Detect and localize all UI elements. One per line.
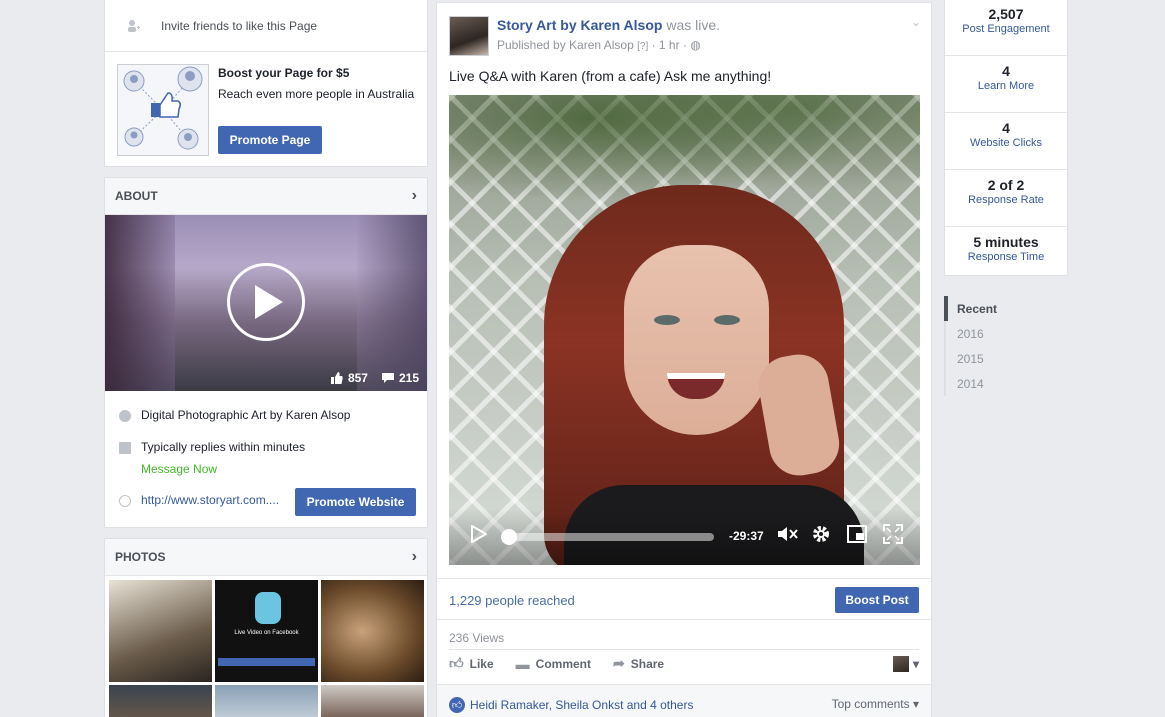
photo-thumb[interactable] bbox=[320, 579, 425, 683]
insight-website-clicks[interactable]: 4 Website Clicks bbox=[945, 113, 1067, 170]
caret-down-icon: ▾ bbox=[912, 656, 919, 671]
about-replies-row: Typically replies within minutes Message… bbox=[119, 440, 305, 476]
timeline-2014[interactable]: 2014 bbox=[944, 371, 1068, 396]
replies-text: Typically replies within minutes bbox=[141, 440, 306, 454]
thumbs-up-icon bbox=[330, 372, 343, 384]
insight-post-engagement[interactable]: 2,507 Post Engagement bbox=[945, 0, 1067, 56]
post-text: Live Q&A with Karen (from a cafe) Ask me… bbox=[449, 68, 772, 84]
comments-count: 215 bbox=[398, 371, 419, 385]
boost-page-card: Boost your Page for $5 Reach even more p… bbox=[104, 51, 428, 167]
share-button[interactable]: ➦ Share bbox=[613, 655, 664, 672]
timeline-2015[interactable]: 2015 bbox=[944, 346, 1068, 371]
chevron-right-icon: › bbox=[411, 548, 417, 565]
picture-in-picture-icon[interactable] bbox=[847, 525, 867, 543]
photos-header[interactable]: PHOTOS › bbox=[105, 539, 427, 576]
video-likes: 857 bbox=[330, 371, 368, 385]
share-icon: ➦ bbox=[613, 655, 625, 671]
photo-thumb[interactable] bbox=[108, 684, 213, 717]
insight-response-rate[interactable]: 2 of 2 Response Rate bbox=[945, 170, 1067, 227]
photo-thumb[interactable] bbox=[214, 684, 319, 717]
globe-icon: ◍ bbox=[690, 38, 701, 52]
photo-thumb[interactable] bbox=[108, 579, 213, 683]
video-stats: 857 215 bbox=[330, 371, 419, 385]
post-actions: 👍︎ Like ▬ Comment ➦ Share ▾ bbox=[449, 649, 919, 677]
about-header[interactable]: ABOUT › bbox=[105, 178, 427, 215]
published-by: Published by Karen Alsop bbox=[497, 38, 634, 52]
post-status: was live. bbox=[666, 17, 721, 33]
chevron-right-icon: › bbox=[411, 187, 417, 204]
comment-button[interactable]: ▬ Comment bbox=[516, 656, 591, 672]
insight-learn-more[interactable]: 4 Learn More bbox=[945, 56, 1067, 113]
play-icon[interactable] bbox=[471, 525, 487, 543]
about-heading: ABOUT bbox=[115, 189, 158, 203]
photos-section: PHOTOS › Live Video on Facebook bbox=[104, 538, 428, 717]
like-button[interactable]: 👍︎ Like bbox=[449, 655, 494, 672]
message-icon bbox=[119, 442, 131, 454]
likers-text: Heidi Ramaker, Sheila Onkst and 4 others bbox=[470, 698, 694, 712]
timeline-nav: Recent 2016 2015 2014 bbox=[944, 296, 1068, 396]
fullscreen-icon[interactable] bbox=[883, 524, 903, 544]
timeline-recent[interactable]: Recent bbox=[944, 296, 1068, 321]
about-description: Digital Photographic Art by Karen Alsop bbox=[141, 408, 351, 422]
video-comments: 215 bbox=[381, 371, 419, 385]
boost-post-button[interactable]: Boost Post bbox=[835, 587, 919, 613]
invite-friends-link[interactable]: Invite friends to like this Page bbox=[105, 0, 427, 53]
video-controls: -29:37 bbox=[449, 509, 920, 565]
insight-response-time[interactable]: 5 minutes Response Time bbox=[945, 227, 1067, 284]
about-section: ABOUT › 857 215 Digital Photographic Art… bbox=[104, 177, 428, 528]
info-icon bbox=[119, 410, 131, 422]
avatar bbox=[892, 655, 909, 672]
about-website-row: http://www.storyart.com.... bbox=[119, 493, 279, 507]
invite-friends-card: Invite friends to like this Page bbox=[104, 0, 428, 52]
likes-count: 857 bbox=[347, 371, 368, 385]
post-time[interactable]: 1 hr bbox=[659, 38, 680, 52]
photos-heading: PHOTOS bbox=[115, 550, 166, 564]
like-reaction-icon: 👍︎ bbox=[449, 697, 465, 713]
post-meta: Published by Karen Alsop [?] · 1 hr · ◍ bbox=[497, 38, 701, 52]
post-as-selector[interactable]: ▾ bbox=[892, 655, 919, 672]
boost-title: Boost your Page for $5 bbox=[218, 66, 350, 80]
video-time: -29:37 bbox=[729, 529, 764, 543]
scrubber-handle[interactable] bbox=[501, 529, 517, 545]
video-art-right bbox=[357, 215, 427, 391]
top-comments-dropdown[interactable]: Top comments ▾ bbox=[832, 697, 919, 711]
timeline-2016[interactable]: 2016 bbox=[944, 321, 1068, 346]
live-post: Story Art by Karen Alsop was live. Publi… bbox=[436, 2, 932, 717]
insights-panel: 2,507 Post Engagement 4 Learn More 4 Websit… bbox=[944, 0, 1068, 276]
add-friend-icon bbox=[125, 18, 141, 34]
mute-icon[interactable] bbox=[777, 525, 799, 543]
reach-bar: 1,229 people reached Boost Post bbox=[437, 578, 931, 620]
live-video-player[interactable]: -29:37 bbox=[449, 95, 920, 565]
boost-illustration bbox=[117, 64, 209, 156]
video-scrubber[interactable] bbox=[501, 529, 714, 545]
comment-icon bbox=[381, 373, 394, 383]
promote-page-button[interactable]: Promote Page bbox=[218, 126, 322, 154]
video-art-left bbox=[105, 215, 175, 391]
likers[interactable]: 👍︎ Heidi Ramaker, Sheila Onkst and 4 oth… bbox=[449, 697, 693, 713]
photo-thumb[interactable] bbox=[320, 684, 425, 717]
video-person bbox=[544, 185, 864, 565]
about-video[interactable]: 857 215 bbox=[105, 215, 427, 391]
views-count[interactable]: 236 Views bbox=[449, 631, 504, 645]
globe-icon bbox=[119, 495, 131, 507]
thumbs-up-icon: 👍︎ bbox=[449, 655, 464, 671]
help-link[interactable]: [?] bbox=[637, 41, 648, 52]
promote-website-button[interactable]: Promote Website bbox=[295, 488, 416, 516]
likes-bar: 👍︎ Heidi Ramaker, Sheila Onkst and 4 oth… bbox=[437, 684, 931, 717]
boost-subtitle: Reach even more people in Australia bbox=[218, 87, 415, 101]
page-avatar[interactable] bbox=[449, 16, 489, 56]
page-name-link[interactable]: Story Art by Karen Alsop bbox=[497, 17, 662, 33]
comment-icon: ▬ bbox=[515, 655, 530, 672]
website-link[interactable]: http://www.storyart.com.... bbox=[141, 493, 279, 507]
people-reached[interactable]: 1,229 people reached bbox=[449, 593, 575, 608]
invite-friends-label: Invite friends to like this Page bbox=[161, 19, 318, 33]
post-header: Story Art by Karen Alsop was live. bbox=[497, 17, 720, 33]
photo-thumb[interactable]: Live Video on Facebook bbox=[214, 579, 319, 683]
about-description-row: Digital Photographic Art by Karen Alsop bbox=[119, 408, 350, 422]
message-now-link[interactable]: Message Now bbox=[141, 462, 305, 476]
gear-icon[interactable] bbox=[811, 524, 831, 544]
chevron-down-icon[interactable]: ⌄ bbox=[911, 15, 921, 29]
photo-caption: Live Video on Facebook bbox=[234, 630, 299, 636]
play-icon[interactable] bbox=[227, 263, 305, 341]
